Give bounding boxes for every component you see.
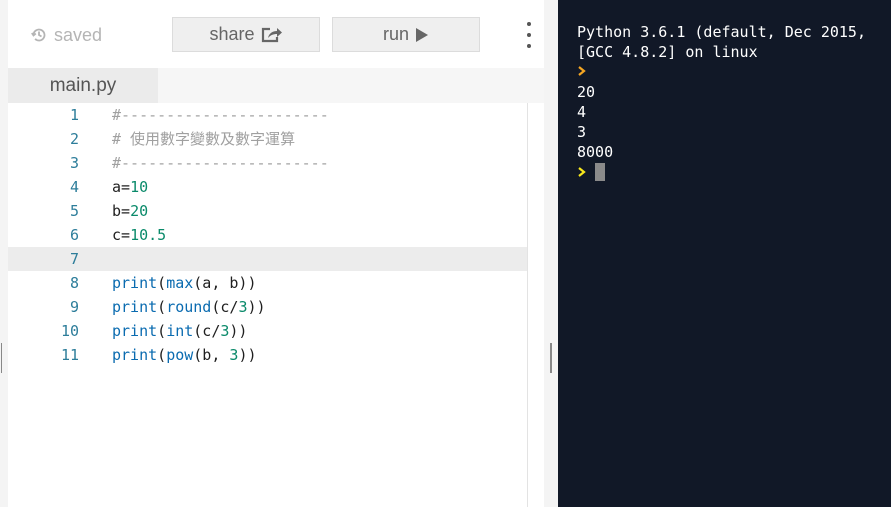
code-text: a=10 (112, 178, 149, 196)
line-number: 7 (69, 250, 79, 268)
more-options-icon[interactable] (523, 22, 535, 48)
code-text: print(round(c/3)) (112, 298, 266, 316)
code-line: 8 print(max(a, b)) (8, 271, 544, 295)
code-line: 10 print(int(c/3)) (8, 319, 544, 343)
console-output-line: 8000 (577, 143, 614, 161)
line-number: 1 (69, 106, 79, 124)
code-editor[interactable]: 1 #----------------------- 2 # 使用數字變數及數字… (8, 103, 544, 507)
console-header-line: Python 3.6.1 (default, Dec 2015, (577, 23, 866, 41)
code-line: 3 #----------------------- (8, 151, 544, 175)
line-number: 2 (69, 130, 79, 148)
pane-splitter[interactable] (544, 0, 558, 507)
editor-scrollbar[interactable] (527, 103, 544, 507)
tab-main-py[interactable]: main.py (8, 68, 158, 103)
console-header-line: [GCC 4.8.2] on linux (577, 43, 758, 61)
line-number: 10 (60, 322, 79, 340)
toolbar: saved share run (8, 0, 544, 68)
share-icon (261, 27, 282, 43)
code-text: print(int(c/3)) (112, 322, 248, 340)
run-button[interactable]: run (332, 17, 480, 52)
history-icon (31, 28, 46, 42)
prompt-icon (578, 167, 586, 177)
file-tabs: main.py (8, 68, 544, 103)
console-output-line: 3 (577, 123, 587, 141)
share-label: share (209, 24, 255, 44)
code-line: 4 a=10 (8, 175, 544, 199)
play-icon (416, 27, 428, 42)
editor-pane: saved share run main.py 1 #-------------… (0, 0, 544, 507)
code-text: print(pow(b, 3)) (112, 346, 257, 364)
console-output-line: 4 (577, 103, 587, 121)
code-line: 6 c=10.5 (8, 223, 544, 247)
saved-label: saved (54, 24, 103, 45)
line-number: 8 (69, 274, 79, 292)
code-line: 9 print(round(c/3)) (8, 295, 544, 319)
code-text: #----------------------- (112, 154, 329, 172)
run-label: run (382, 24, 409, 44)
left-gutter (0, 0, 8, 507)
code-line-active: 7 (8, 247, 544, 271)
line-number: 3 (69, 154, 79, 172)
line-number: 9 (69, 298, 79, 316)
console-output-line: 20 (577, 83, 596, 101)
line-number: 6 (69, 226, 79, 244)
code-line: 2 # 使用數字變數及數字運算 (8, 127, 544, 151)
share-button[interactable]: share (172, 17, 320, 52)
resize-handle[interactable] (550, 343, 552, 373)
code-text: b=20 (112, 202, 149, 220)
tab-label: main.py (49, 74, 117, 96)
code-text: c=10.5 (112, 226, 167, 244)
console-cursor (595, 163, 605, 181)
console-pane[interactable]: Python 3.6.1 (default, Dec 2015, [GCC 4.… (558, 0, 891, 507)
code-text: # 使用數字變數及數字運算 (112, 130, 296, 148)
line-number: 11 (60, 346, 79, 364)
left-resize-handle[interactable] (1, 343, 2, 373)
saved-status: saved (30, 22, 102, 48)
code-text: print(max(a, b)) (112, 274, 257, 292)
code-line: 5 b=20 (8, 199, 544, 223)
prompt-icon (578, 66, 586, 76)
code-line: 11 print(pow(b, 3)) (8, 343, 544, 367)
line-number: 4 (69, 178, 79, 196)
line-number: 5 (69, 202, 79, 220)
code-text: #----------------------- (112, 106, 329, 124)
code-line: 1 #----------------------- (8, 103, 544, 127)
